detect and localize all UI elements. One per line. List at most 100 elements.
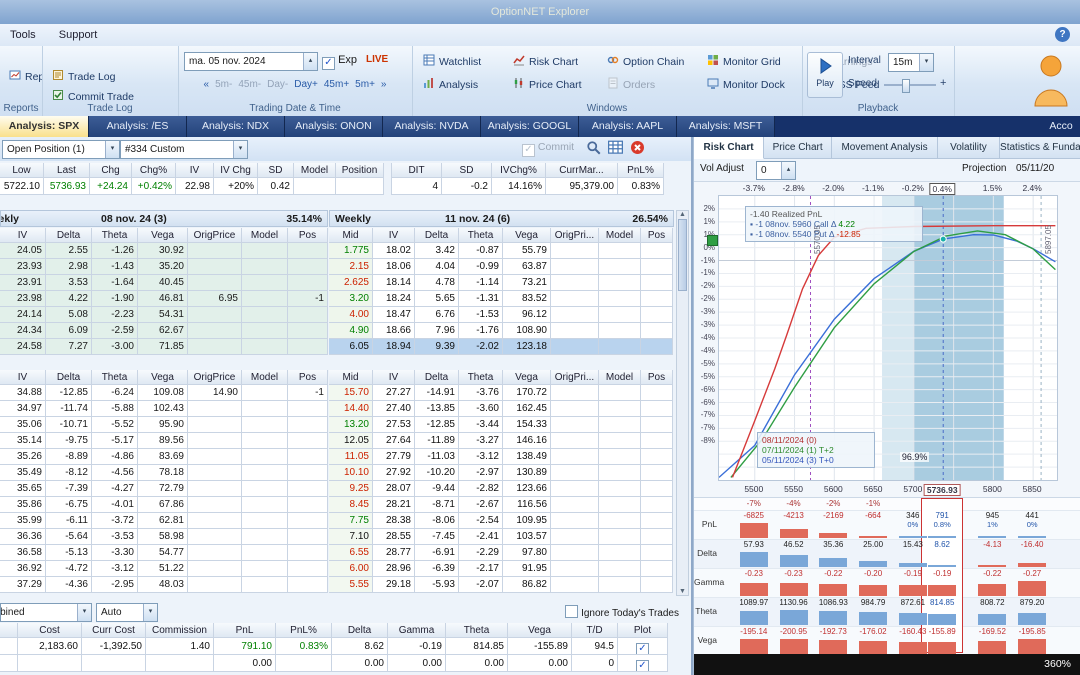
option-row[interactable]: 35.26 -8.89 -4.86 83.69 [0,449,328,465]
cell[interactable] [599,275,641,291]
cell[interactable]: 23.91 [0,275,46,291]
cell[interactable]: -3.44 [459,417,503,433]
cell[interactable]: 36.92 [0,561,46,577]
search-icon[interactable] [586,140,601,158]
cell[interactable] [551,243,599,259]
nav-Day-button[interactable]: Day- [267,79,288,90]
expiry-section-left[interactable]: Weekly 08 nov. 24 (3) 35.14% [0,210,328,227]
tab-googl[interactable]: Analysis: GOOGL [481,116,579,137]
cell[interactable] [551,323,599,339]
cell[interactable]: 36.36 [0,529,46,545]
cell[interactable] [288,307,328,323]
greeks-value[interactable]: 57.93 [734,540,774,549]
cell[interactable] [242,481,288,497]
greeks-value[interactable]: -0.23 [734,569,774,578]
cell[interactable]: 89.56 [138,433,188,449]
quote-value-row[interactable]: 5722.10 5736.93 +24.24 +0.42% 22.98 +20% 0.42 4… [0,178,664,195]
cell[interactable]: 123.18 [503,339,551,355]
option-row[interactable]: 4.00 18.47 6.76 -1.53 96.12 [329,307,673,323]
cell[interactable]: 9.25 [329,481,373,497]
cell[interactable]: 71.85 [138,339,188,355]
cell[interactable] [288,545,328,561]
option-row[interactable]: 35.65 -7.39 -4.27 72.79 [0,481,328,497]
cell[interactable]: 28.38 [373,513,415,529]
cell[interactable] [242,307,288,323]
cell[interactable]: 28.07 [373,481,415,497]
cell[interactable] [641,481,673,497]
cell[interactable]: 2,183.60 [18,638,82,655]
cell[interactable]: 13.20 [329,417,373,433]
cell[interactable] [288,433,328,449]
summary-row[interactable]: 2,183.60 -1,392.50 1.40 791.10 0.83% 8.62 -0.1… [0,638,668,655]
cell[interactable] [242,545,288,561]
cell[interactable] [288,513,328,529]
option-row[interactable]: 24.34 6.09 -2.59 62.67 [0,323,328,339]
cell[interactable]: -6.39 [415,561,459,577]
cell[interactable]: 27.92 [373,465,415,481]
cell[interactable] [188,561,242,577]
cell[interactable] [551,577,599,593]
cell[interactable]: 6.76 [415,307,459,323]
cell[interactable] [288,497,328,513]
option-row[interactable]: 36.58 -5.13 -3.30 54.77 [0,545,328,561]
cell[interactable]: 28.21 [373,497,415,513]
cell[interactable]: 6.95 [188,291,242,307]
greeks-value[interactable]: -192.73 [813,627,853,636]
cell[interactable] [641,545,673,561]
greeks-value[interactable]: -176.02 [853,627,893,636]
tab-msft[interactable]: Analysis: MSFT [677,116,775,137]
cell[interactable]: 35.99 [0,513,46,529]
cell[interactable] [188,275,242,291]
cell[interactable]: 96.12 [503,307,551,323]
cell[interactable] [599,401,641,417]
greeks-value[interactable]: -195.14 [734,627,774,636]
cell[interactable]: 6.55 [329,545,373,561]
greeks-value[interactable]: 984.79 [853,598,893,607]
cell[interactable]: 27.27 [373,385,415,401]
cell[interactable]: 46.81 [138,291,188,307]
speed-plus-icon[interactable]: + [940,77,946,89]
option-row[interactable]: 36.36 -5.64 -3.53 58.98 [0,529,328,545]
cell[interactable]: -2.02 [459,339,503,355]
greeks-value[interactable]: 46.52 [774,540,814,549]
cell[interactable]: 35.06 [0,417,46,433]
cell[interactable]: 97.80 [503,545,551,561]
nav--button[interactable]: « [204,79,210,90]
cell[interactable]: -7.39 [46,481,92,497]
greeks-value[interactable]: -4.13 [972,540,1012,549]
cell[interactable]: 23.93 [0,259,46,275]
cell[interactable] [641,339,673,355]
cell[interactable]: 18.24 [373,291,415,307]
greeks-value[interactable]: -6825 [734,511,774,520]
cell[interactable] [188,259,242,275]
cell[interactable]: -3.60 [459,401,503,417]
cell[interactable] [551,275,599,291]
cell[interactable]: -10.20 [415,465,459,481]
option-row[interactable]: 34.88 -12.85 -6.24 109.08 14.90 -1 [0,385,328,401]
cell[interactable]: 9.39 [415,339,459,355]
tab-ndx[interactable]: Analysis: NDX [187,116,285,137]
cell[interactable]: 83.69 [138,449,188,465]
cell[interactable]: -3.27 [459,433,503,449]
tab-aapl[interactable]: Analysis: AAPL [579,116,677,137]
cell[interactable]: -5.64 [46,529,92,545]
cell[interactable]: -12.85 [46,385,92,401]
cell[interactable] [188,323,242,339]
cell[interactable]: 7.27 [46,339,92,355]
cell[interactable]: -2.54 [459,513,503,529]
cell[interactable]: 4.90 [329,323,373,339]
option-row[interactable]: 35.86 -6.75 -4.01 67.86 [0,497,328,513]
cell[interactable]: 55.79 [503,243,551,259]
cell[interactable] [641,449,673,465]
cell[interactable]: 24.05 [0,243,46,259]
cell[interactable]: 18.06 [373,259,415,275]
cell[interactable]: -8.71 [415,497,459,513]
greeks-value[interactable]: -0.19 [922,569,962,578]
cell[interactable]: 37.29 [0,577,46,593]
vol-adjust-spinner[interactable]: 0 ▴▾ [756,161,796,180]
cell[interactable] [551,291,599,307]
option-row[interactable]: 23.91 3.53 -1.64 40.45 [0,275,328,291]
cell[interactable]: 2.15 [329,259,373,275]
quote-cell[interactable] [336,178,384,195]
cell[interactable] [242,465,288,481]
